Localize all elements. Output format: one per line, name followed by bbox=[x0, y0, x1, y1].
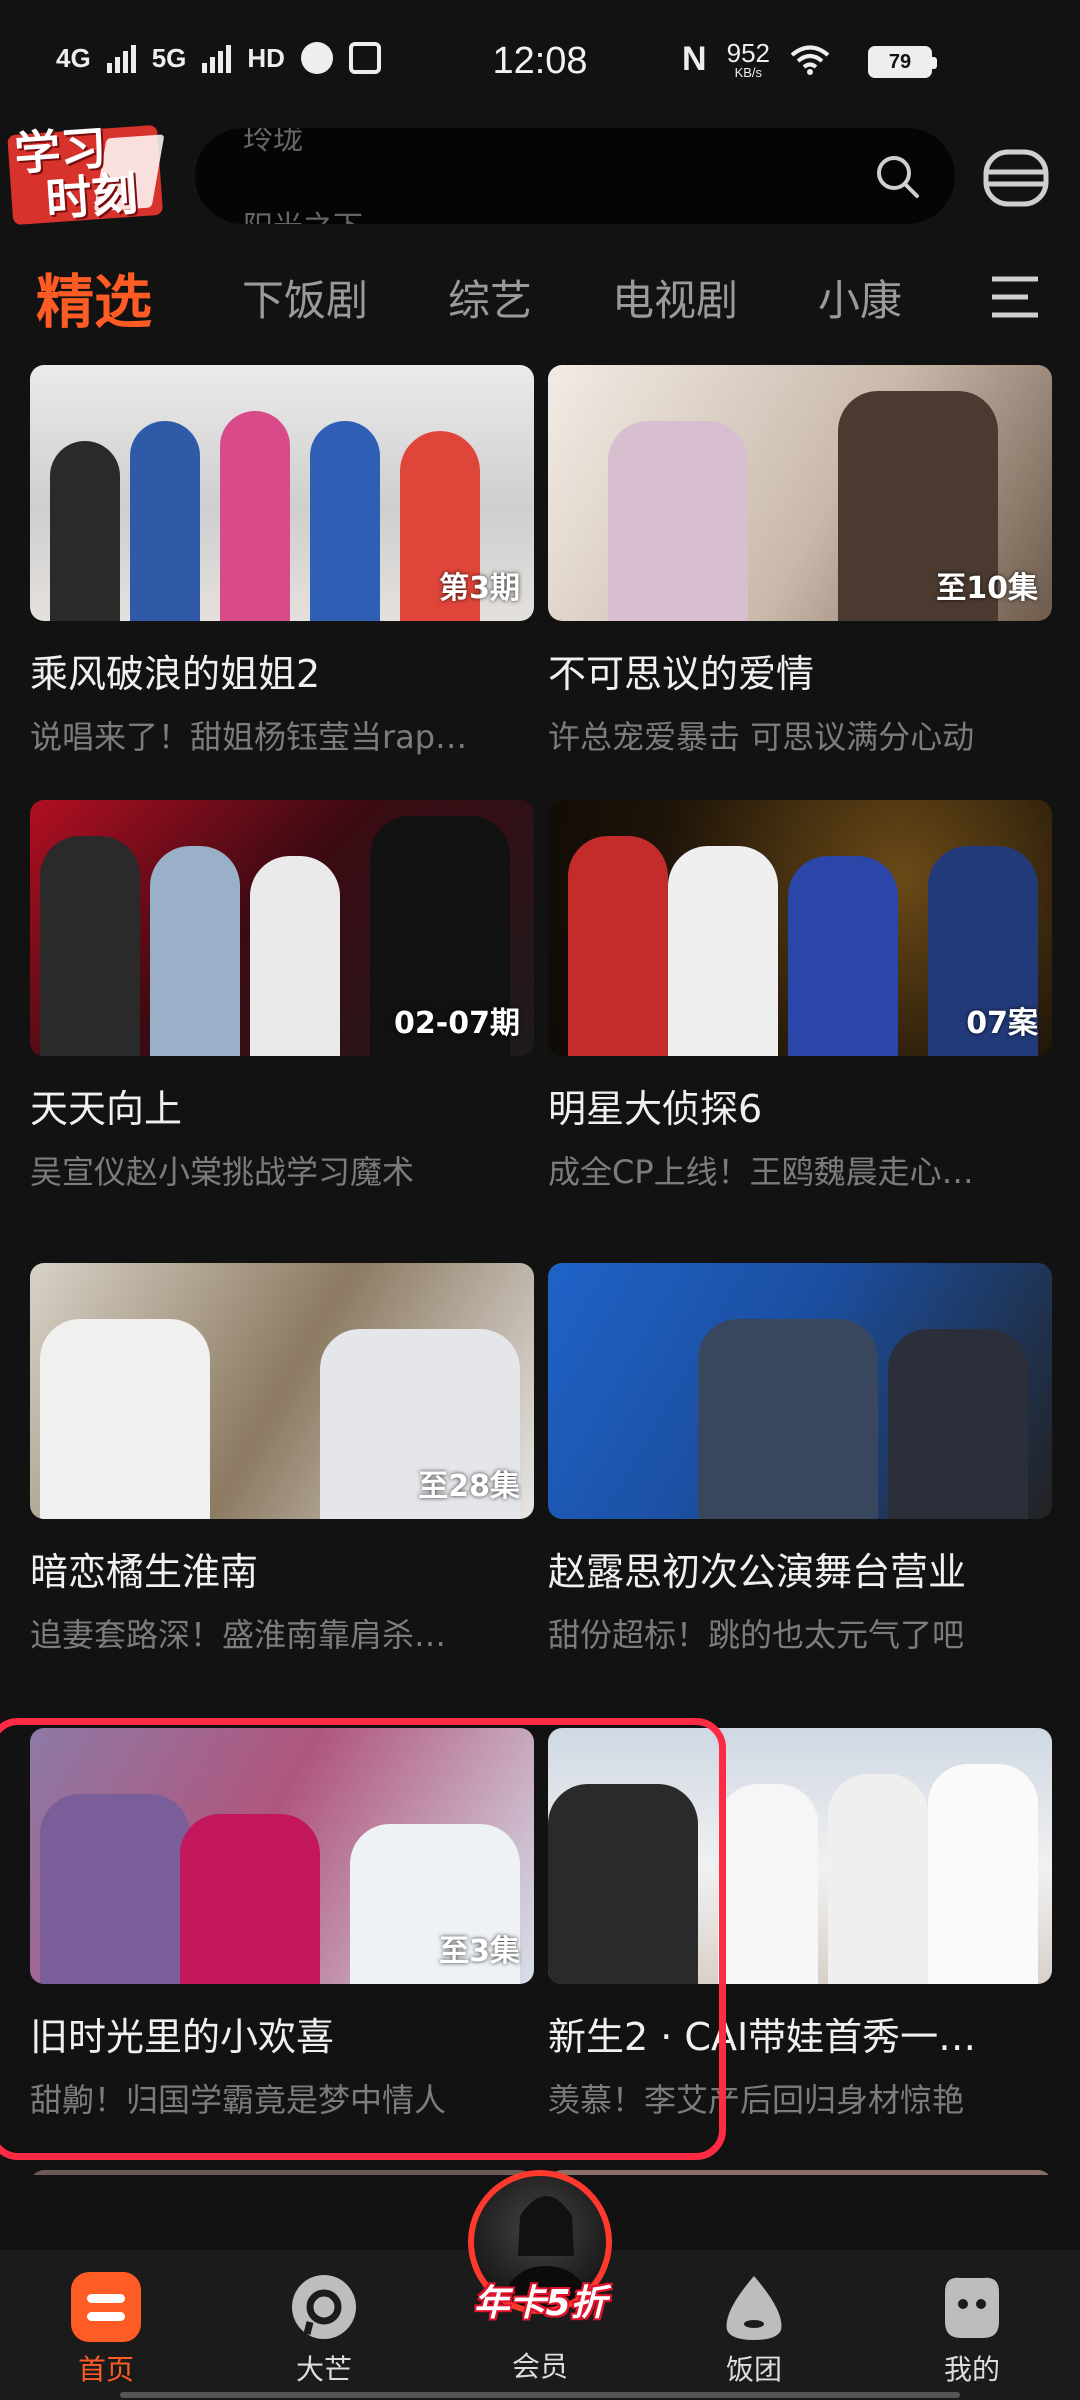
nav-vip-label[interactable]: 会员 bbox=[0, 2345, 1080, 2385]
fantuan-icon bbox=[726, 2276, 782, 2340]
card-thumbnail[interactable]: 第3期 bbox=[30, 365, 534, 621]
search-icon[interactable] bbox=[873, 152, 921, 200]
card-subtitle: 许总宠爱暴击 可思议满分心动 bbox=[548, 718, 975, 756]
logo-text-line2: 时刻 bbox=[43, 166, 140, 227]
card-title: 赵露思初次公演舞台营业 bbox=[548, 1550, 967, 1594]
battery-level: 79 bbox=[888, 50, 912, 73]
card-thumbnail[interactable] bbox=[548, 2170, 1052, 2175]
tab-xiaokang[interactable]: 小康 bbox=[818, 267, 902, 328]
card-thumbnail[interactable]: 02-07期 bbox=[30, 800, 534, 1056]
category-tabs: 精选 下饭剧 综艺 电视剧 小康 bbox=[0, 255, 1080, 345]
highlight-outline bbox=[0, 1718, 726, 2160]
tab-jingxuan[interactable]: 精选 bbox=[36, 255, 152, 339]
status-right: N 952 KB/s bbox=[682, 40, 830, 79]
search-hint-next: 阳光之下 bbox=[243, 202, 363, 224]
card-thumbnail[interactable] bbox=[30, 2170, 534, 2175]
card-subtitle: 追妻套路深！盛淮南靠肩杀… bbox=[30, 1616, 447, 1654]
profile-icon bbox=[945, 2277, 999, 2338]
card-title: 明星大侦探6 bbox=[548, 1087, 763, 1131]
more-tabs-icon[interactable] bbox=[988, 273, 1042, 321]
content-card[interactable]: 至28集 暗恋橘生淮南 追妻套路深！盛淮南靠肩杀… bbox=[30, 1263, 534, 1656]
card-subtitle: 说唱来了！甜姐杨钰莹当rap… bbox=[30, 718, 468, 756]
search-hint-previous: 玲珑 bbox=[243, 128, 303, 157]
wifi-icon bbox=[790, 45, 830, 75]
content-card[interactable]: 07案 明星大侦探6 成全CP上线！王鸥魏晨走心… bbox=[548, 800, 1052, 1193]
content-card-partial[interactable] bbox=[30, 2170, 534, 2175]
status-bar: 4G 5G HD 12:08 N 952 KB/s 79 bbox=[0, 0, 1080, 120]
card-thumbnail[interactable]: 07案 bbox=[548, 800, 1052, 1056]
content-card[interactable]: 赵露思初次公演舞台营业 甜份超标！跳的也太元气了吧 bbox=[548, 1263, 1052, 1656]
battery-icon: 79 bbox=[868, 46, 937, 78]
card-title: 不可思议的爱情 bbox=[548, 652, 815, 696]
tab-dianshiju[interactable]: 电视剧 bbox=[612, 267, 738, 328]
content-card[interactable]: 至10集 不可思议的爱情 许总宠爱暴击 可思议满分心动 bbox=[548, 365, 1052, 758]
card-subtitle: 甜份超标！跳的也太元气了吧 bbox=[548, 1616, 965, 1654]
card-thumbnail[interactable] bbox=[548, 1263, 1052, 1519]
search-bar[interactable]: 玲珑 阳光之下 bbox=[195, 128, 955, 224]
home-icon bbox=[71, 2272, 141, 2342]
episode-badge: 02-07期 bbox=[394, 1006, 520, 1041]
vip-promo-tag: 年卡5折 bbox=[473, 2283, 607, 2324]
card-subtitle: 成全CP上线！王鸥魏晨走心… bbox=[548, 1153, 974, 1191]
card-title: 天天向上 bbox=[30, 1087, 183, 1131]
tab-xiafanju[interactable]: 下饭剧 bbox=[242, 267, 368, 328]
tab-zongyi[interactable]: 综艺 bbox=[448, 267, 532, 328]
speed-unit: KB/s bbox=[734, 65, 763, 80]
episode-badge: 第3期 bbox=[439, 571, 520, 606]
nfc-icon: N bbox=[682, 40, 707, 78]
card-title: 乘风破浪的姐姐2 bbox=[30, 652, 321, 696]
vip-promo-button[interactable]: 年卡5折 bbox=[460, 2170, 620, 2324]
app-logo[interactable]: 学习 时刻 bbox=[6, 115, 165, 231]
episode-badge: 至28集 bbox=[418, 1469, 520, 1504]
episode-badge: 至10集 bbox=[936, 571, 1038, 606]
content-card[interactable]: 02-07期 天天向上 吴宣仪赵小棠挑战学习魔术 bbox=[30, 800, 534, 1193]
card-subtitle: 吴宣仪赵小棠挑战学习魔术 bbox=[30, 1153, 415, 1191]
mango-icon bbox=[292, 2275, 356, 2339]
speed-value: 952 bbox=[726, 38, 770, 68]
home-indicator[interactable] bbox=[120, 2392, 960, 2398]
channel-menu-icon[interactable] bbox=[982, 148, 1050, 208]
content-card-partial[interactable] bbox=[548, 2170, 1052, 2175]
card-title: 暗恋橘生淮南 bbox=[30, 1550, 259, 1594]
network-speed: 952 KB/s bbox=[727, 40, 770, 79]
card-thumbnail[interactable]: 至10集 bbox=[548, 365, 1052, 621]
episode-badge: 07案 bbox=[966, 1006, 1038, 1041]
card-thumbnail[interactable]: 至28集 bbox=[30, 1263, 534, 1519]
content-card[interactable]: 第3期 乘风破浪的姐姐2 说唱来了！甜姐杨钰莹当rap… bbox=[30, 365, 534, 758]
